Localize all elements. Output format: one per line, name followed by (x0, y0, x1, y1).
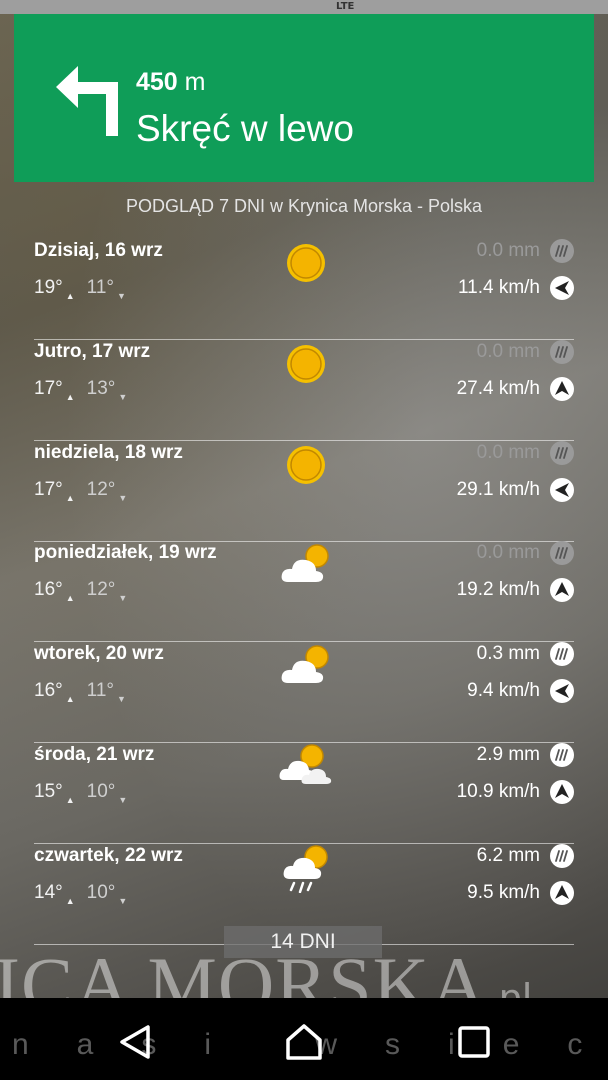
rain-icon (550, 440, 574, 465)
turn-distance: 450 m (136, 68, 206, 97)
home-icon[interactable] (284, 1022, 324, 1062)
wind-speed: 29.1 km/h (456, 478, 540, 500)
up-triangle-icon: ▲ (65, 795, 75, 805)
turn-left-arrow-icon (56, 66, 118, 136)
day-row[interactable]: Dzisiaj, 16 wrz 19° ▲ 11° ▼ 0.0 mm 11.4 km/h (34, 239, 574, 340)
north-arrow-icon (550, 780, 574, 804)
rain-icon (550, 239, 574, 263)
down-triangle-icon: ▼ (118, 895, 128, 906)
temperatures: 16° ▲ 11° ▼ (34, 680, 126, 705)
distance-unit: m (184, 68, 206, 96)
wind-speed: 11.4 km/h (457, 277, 540, 298)
down-triangle-icon: ▼ (118, 492, 128, 503)
up-triangle-icon: ▲ (65, 492, 75, 503)
rain-icon (550, 541, 574, 566)
day-name: Jutro, 17 wrz (34, 340, 151, 362)
day-name: czwartek, 22 wrz (34, 844, 183, 866)
day-name: środa, 21 wrz (34, 744, 155, 765)
temperatures: 14° ▲ 10° ▼ (34, 881, 128, 906)
wind-speed: 27.4 km/h (456, 377, 540, 399)
down-triangle-icon: ▼ (116, 694, 126, 705)
rain-icon (550, 339, 574, 364)
down-triangle-icon: ▼ (116, 291, 126, 301)
temperatures: 17° ▲ 13° ▼ (34, 377, 128, 402)
sun-icon (287, 244, 325, 282)
down-triangle-icon: ▼ (118, 391, 128, 402)
west-arrow-icon (550, 679, 574, 704)
temperatures: 19° ▲ 11° ▼ (34, 277, 126, 301)
system-navigation-bar: nasi wsieci (0, 998, 608, 1080)
back-icon[interactable] (116, 1022, 156, 1062)
up-triangle-icon: ▲ (65, 895, 75, 906)
temperatures: 16° ▲ 12° ▼ (34, 579, 128, 604)
partly-cloudy-icon (281, 645, 329, 684)
west-arrow-icon (550, 276, 574, 300)
turn-instruction: Skręć w lewo (136, 108, 354, 149)
wind-speed: 19.2 km/h (456, 579, 540, 601)
precipitation: 6.2 mm (476, 844, 540, 866)
sun-icon (287, 445, 325, 484)
wind-speed: 9.5 km/h (467, 881, 540, 903)
forecast-title: PODGLĄD 7 DNI w Krynica Morska - Polska (125, 196, 483, 216)
low-temp: 11° (86, 277, 114, 298)
rain-icon (550, 642, 574, 667)
day-name: poniedziałek, 19 wrz (34, 542, 217, 564)
low-temp: 12° (86, 478, 116, 500)
precipitation: 0.3 mm (476, 643, 540, 665)
up-triangle-icon: ▲ (65, 391, 75, 402)
down-triangle-icon: ▼ (118, 795, 128, 805)
up-triangle-icon: ▲ (65, 291, 75, 301)
precipitation: 0.0 mm (476, 340, 540, 362)
day-name: Dzisiaj, 16 wrz (34, 240, 163, 261)
high-temp: 14° (34, 881, 63, 903)
day-row[interactable]: poniedziałek, 19 wrz 16° ▲ 12° ▼ 0.0 mm 19.2 k… (34, 541, 574, 643)
up-triangle-icon: ▲ (65, 593, 75, 604)
precipitation: 0.0 mm (476, 240, 540, 261)
north-arrow-icon (550, 376, 574, 401)
partly-cloudy-icon (281, 544, 329, 583)
north-arrow-icon (550, 880, 574, 905)
sun-icon (287, 344, 325, 383)
low-temp: 12° (86, 579, 116, 601)
status-bar: LTE (0, 0, 608, 14)
precipitation: 0.0 mm (476, 542, 540, 564)
network-type: LTE (336, 1, 355, 12)
day-row[interactable]: środa, 21 wrz 15° ▲ 10° ▼ 2.9 mm 10.9 km/h (34, 743, 574, 844)
down-triangle-icon: ▼ (118, 593, 128, 604)
high-temp: 15° (34, 781, 63, 802)
high-temp: 19° (34, 277, 63, 298)
recent-apps-icon[interactable] (454, 1022, 494, 1062)
temperatures: 17° ▲ 12° ▼ (34, 478, 128, 503)
high-temp: 16° (34, 579, 63, 601)
precipitation: 2.9 mm (476, 744, 540, 765)
wind-speed: 9.4 km/h (467, 680, 540, 702)
distance-value: 450 (136, 68, 178, 96)
high-temp: 17° (34, 377, 63, 399)
low-temp: 10° (86, 781, 116, 802)
low-temp: 11° (86, 680, 114, 702)
precipitation: 0.0 mm (476, 441, 540, 463)
rain-icon (550, 743, 574, 767)
rain-sun-icon (283, 845, 328, 893)
wind-speed: 10.9 km/h (456, 781, 540, 802)
low-temp: 13° (86, 377, 116, 399)
cloudy-sun-icon (279, 744, 332, 784)
west-arrow-icon (550, 477, 574, 502)
temperatures: 15° ▲ 10° ▼ (34, 781, 128, 805)
day-name: wtorek, 20 wrz (34, 643, 164, 665)
low-temp: 10° (86, 881, 116, 903)
day-row[interactable]: Jutro, 17 wrz 17° ▲ 13° ▼ 0.0 mm 27.4 km/h (34, 339, 574, 441)
high-temp: 17° (34, 478, 63, 500)
day-name: niedziela, 18 wrz (34, 441, 183, 463)
up-triangle-icon: ▲ (65, 694, 75, 705)
day-row[interactable]: wtorek, 20 wrz 16° ▲ 11° ▼ 0.3 mm 9.4 km/h (34, 642, 574, 744)
rain-icon (550, 843, 574, 868)
day-row[interactable]: niedziela, 18 wrz 17° ▲ 12° ▼ 0.0 mm 29.1 km/h (34, 440, 574, 542)
high-temp: 16° (34, 680, 63, 702)
north-arrow-icon (550, 578, 574, 603)
navigation-banner[interactable]: 450 m Skręć w lewo (14, 14, 594, 182)
